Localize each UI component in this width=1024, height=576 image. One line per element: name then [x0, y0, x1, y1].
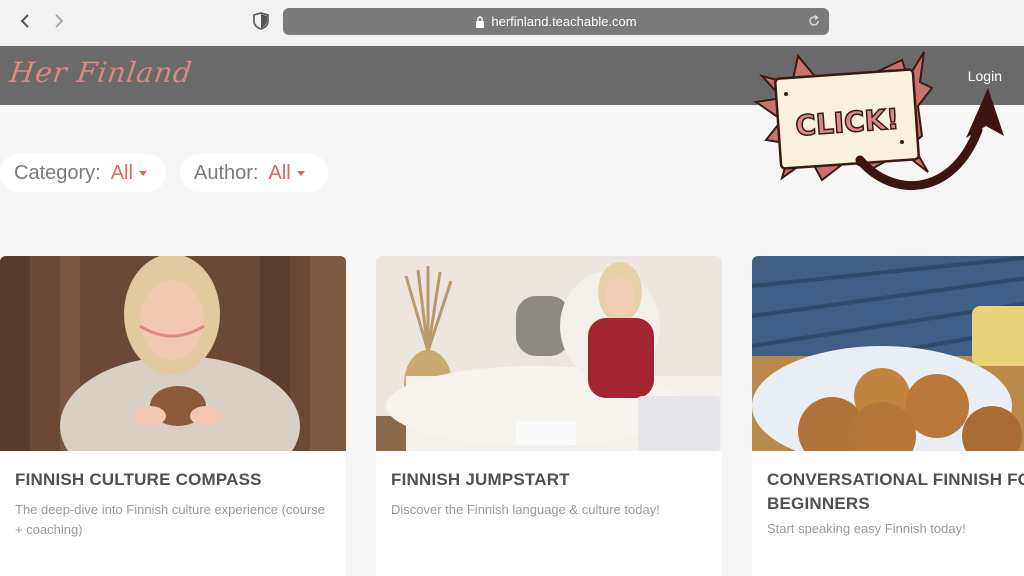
- author-filter-label: Author:: [194, 161, 259, 184]
- course-image[interactable]: [0, 256, 346, 451]
- category-filter-value[interactable]: All: [111, 162, 133, 185]
- author-filter-value[interactable]: All: [268, 162, 290, 185]
- course-card[interactable]: CONVERSATIONAL FINNISH FOR BEGINNERS Sta…: [752, 256, 1024, 576]
- course-title[interactable]: FINNISH CULTURE COMPASS: [15, 468, 345, 492]
- url-text: herfinland.teachable.com: [491, 14, 637, 29]
- course-image[interactable]: [376, 256, 722, 451]
- course-title[interactable]: FINNISH JUMPSTART: [391, 468, 721, 492]
- course-image[interactable]: [752, 256, 1024, 451]
- reload-icon[interactable]: [807, 14, 821, 28]
- category-filter-label: Category:: [14, 161, 101, 184]
- course-description: Discover the Finnish language & culture …: [391, 502, 660, 517]
- course-card[interactable]: FINNISH CULTURE COMPASS The deep-dive in…: [0, 256, 346, 576]
- author-filter[interactable]: Author: All: [180, 154, 328, 192]
- browser-toolbar: herfinland.teachable.com: [0, 0, 1024, 46]
- click-sticker: CLICK!: [753, 51, 1004, 191]
- caret-down-icon: [296, 170, 305, 176]
- forward-icon[interactable]: [48, 10, 70, 32]
- course-description: The deep-dive into Finnish culture exper…: [15, 502, 326, 537]
- course-title[interactable]: CONVERSATIONAL FINNISH FOR BEGINNERS: [767, 468, 1024, 516]
- course-description: Start speaking easy Finnish today!: [767, 521, 966, 536]
- lock-icon: [476, 15, 485, 28]
- caret-down-icon: [138, 170, 147, 176]
- site-logo[interactable]: Her Finland: [8, 56, 195, 89]
- back-icon[interactable]: [14, 10, 36, 32]
- course-card[interactable]: FINNISH JUMPSTART Discover the Finnish l…: [376, 256, 722, 576]
- category-filter[interactable]: Category: All: [0, 154, 166, 192]
- url-bar[interactable]: herfinland.teachable.com: [283, 8, 829, 35]
- shield-icon[interactable]: [253, 12, 269, 30]
